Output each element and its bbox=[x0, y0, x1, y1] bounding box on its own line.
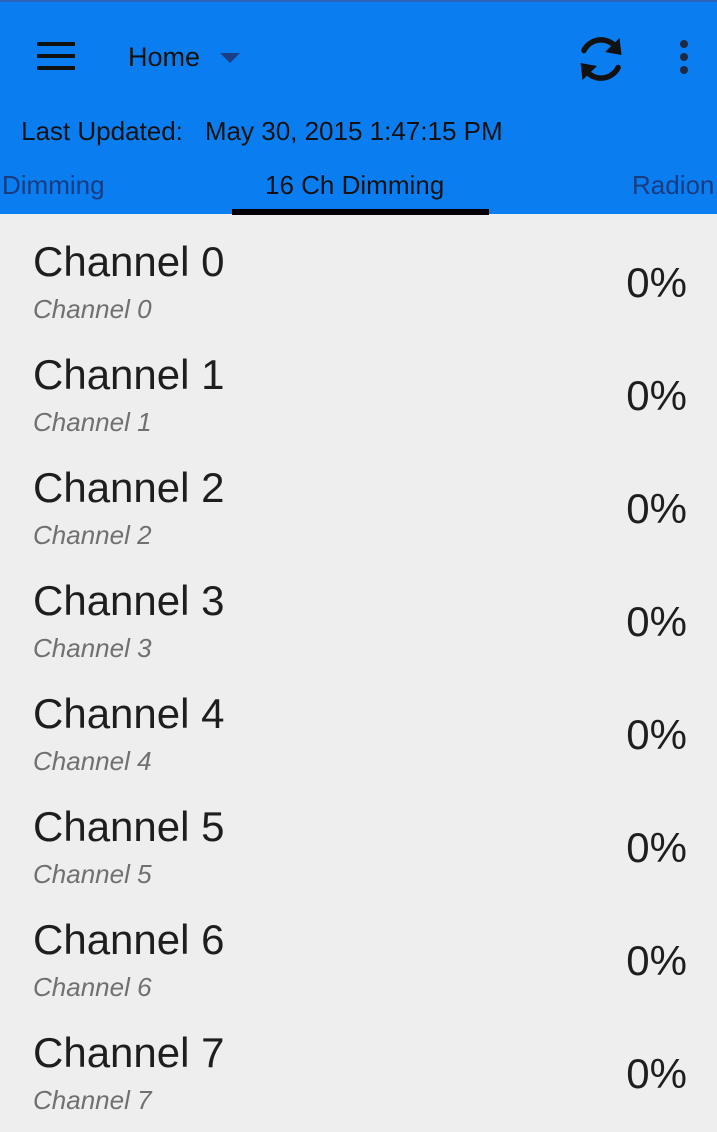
channel-row-0[interactable]: Channel 0 Channel 0 0% bbox=[0, 214, 717, 327]
channel-value: 0% bbox=[626, 485, 687, 532]
tab-dimming[interactable]: Dimming bbox=[2, 170, 105, 201]
menu-line bbox=[37, 54, 75, 58]
channel-subtitle: Channel 4 bbox=[33, 746, 152, 776]
channel-row-7[interactable]: Channel 7 Channel 7 0% bbox=[0, 1005, 717, 1118]
channel-value: 0% bbox=[626, 598, 687, 645]
channel-name: Channel 2 bbox=[33, 464, 225, 511]
last-updated-label: Last Updated: bbox=[21, 116, 183, 146]
channel-value: 0% bbox=[626, 1050, 687, 1097]
channel-name: Channel 5 bbox=[33, 803, 225, 850]
channel-row-2[interactable]: Channel 2 Channel 2 0% bbox=[0, 440, 717, 553]
overflow-dot bbox=[680, 66, 688, 74]
channel-row-3[interactable]: Channel 3 Channel 3 0% bbox=[0, 553, 717, 666]
tab-16-ch-dimming[interactable]: 16 Ch Dimming bbox=[265, 170, 444, 201]
channel-value: 0% bbox=[626, 937, 687, 984]
hamburger-menu-icon[interactable] bbox=[37, 42, 75, 72]
channel-row-6[interactable]: Channel 6 Channel 6 0% bbox=[0, 892, 717, 1005]
action-bar: Home Last Updated: May 30, 2015 1:47:15 P… bbox=[0, 0, 717, 216]
channel-subtitle: Channel 2 bbox=[33, 520, 152, 550]
channel-value: 0% bbox=[626, 711, 687, 758]
channel-subtitle: Channel 5 bbox=[33, 859, 152, 889]
channel-subtitle: Channel 1 bbox=[33, 407, 152, 437]
overflow-dot bbox=[680, 53, 688, 61]
tab-strip: Dimming 16 Ch Dimming Radion bbox=[0, 162, 717, 216]
menu-line bbox=[37, 42, 75, 46]
spinner-selected-value: Home bbox=[128, 41, 201, 72]
channel-subtitle: Channel 7 bbox=[33, 1085, 152, 1115]
channel-value: 0% bbox=[626, 372, 687, 419]
channel-row-5[interactable]: Channel 5 Channel 5 0% bbox=[0, 779, 717, 892]
tab-radion[interactable]: Radion bbox=[632, 170, 714, 201]
channel-subtitle: Channel 6 bbox=[33, 972, 152, 1002]
triangle-down-icon bbox=[220, 53, 241, 63]
last-updated-status: Last Updated: May 30, 2015 1:47:15 PM bbox=[21, 116, 503, 147]
channel-name: Channel 3 bbox=[33, 577, 225, 624]
channel-row-4[interactable]: Channel 4 Channel 4 0% bbox=[0, 666, 717, 779]
last-updated-value: May 30, 2015 1:47:15 PM bbox=[204, 116, 503, 146]
overflow-dot bbox=[680, 40, 688, 48]
location-spinner[interactable]: Home bbox=[118, 32, 241, 82]
channel-name: Channel 1 bbox=[33, 351, 225, 398]
channel-value: 0% bbox=[626, 259, 687, 306]
channel-subtitle: Channel 3 bbox=[33, 633, 152, 663]
channel-value: 0% bbox=[626, 824, 687, 871]
channel-name: Channel 7 bbox=[33, 1029, 225, 1076]
channel-row-1[interactable]: Channel 1 Channel 1 0% bbox=[0, 327, 717, 440]
channel-subtitle: Channel 0 bbox=[33, 294, 152, 324]
menu-line bbox=[37, 66, 75, 70]
more-vertical-icon[interactable] bbox=[674, 40, 694, 78]
channel-name: Channel 0 bbox=[33, 238, 225, 285]
channel-name: Channel 6 bbox=[33, 916, 225, 963]
refresh-icon[interactable] bbox=[574, 32, 628, 86]
channel-list: Channel 0 Channel 0 0% Channel 1 Channel… bbox=[0, 214, 717, 1132]
channel-name: Channel 4 bbox=[33, 690, 225, 737]
